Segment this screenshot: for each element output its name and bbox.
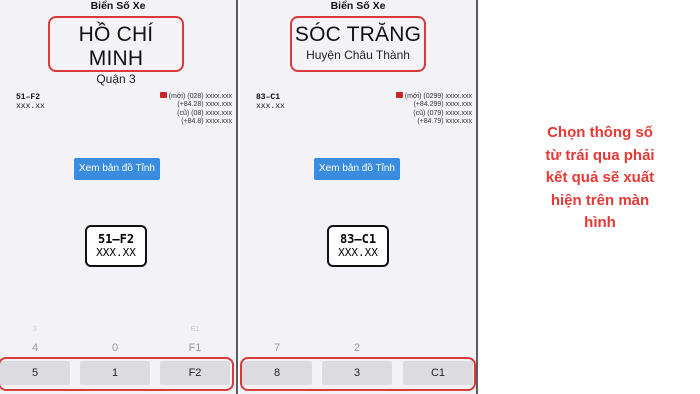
plate-series: 83–C1 (339, 232, 377, 246)
plate-code-number: xxx.xx (256, 102, 285, 111)
phone-screen-right: Biển Số Xe SÓC TRĂNG Huyện Châu Thành 83… (240, 0, 476, 394)
picker-option[interactable]: E1 (160, 326, 230, 333)
caption-line: kết quả sẽ xuất (545, 169, 655, 186)
caption-line: từ trái qua phải (545, 146, 655, 164)
divider (236, 0, 238, 394)
picker-highlight (240, 357, 476, 391)
district-name: Quận 3 (96, 72, 136, 86)
picker-option[interactable]: 4 (0, 342, 70, 354)
plate-series: 51–F2 (97, 232, 135, 246)
phone-icon (395, 92, 403, 98)
area-code-line: (mới) (0299) xxxx.xxx (404, 93, 472, 100)
area-code-line: (+84.28) xxxx.xxx (177, 101, 232, 109)
phone-screen-left: Biển Số Xe HỒ CHÍ MINH Quận 3 51–F2 xxx.… (0, 0, 236, 394)
picker-option[interactable]: 7 (242, 342, 312, 354)
plate-code-text: 51–F2 xxx.xx (16, 93, 45, 111)
picker-highlight (0, 357, 234, 391)
picker-option[interactable]: 2 (322, 342, 392, 354)
area-code-list: (mới) (0299) xxxx.xxx (+84.299) xxxx.xxx… (395, 92, 472, 127)
view-province-map-button[interactable]: Xem bản đồ Tỉnh (314, 158, 400, 180)
plate-number: XXX.XX (96, 246, 136, 259)
district-name: Huyện Châu Thành (306, 48, 410, 62)
province-name: SÓC TRĂNG (294, 23, 422, 46)
area-code-list: (mới) (028) xxxx.xxx (+84.28) xxxx.xxx (… (159, 92, 232, 127)
region-highlight: SÓC TRĂNG Huyện Châu Thành (290, 16, 426, 72)
area-code-line: (+84.299) xxxx.xxx (413, 101, 472, 109)
picker-option[interactable]: F1 (160, 342, 230, 354)
app-title: Biển Số Xe (90, 0, 146, 12)
license-plate: 51–F2 XXX.XX (85, 225, 147, 267)
picker-option[interactable]: 3 (0, 326, 70, 333)
area-code-line: (cũ) (08) xxxx.xxx (177, 109, 232, 117)
area-code-line: (mới) (028) xxxx.xxx (168, 93, 232, 100)
area-code-line: (+84.79) xxxx.xxx (417, 118, 472, 126)
plate-number: XXX.XX (338, 246, 378, 259)
plate-code-text: 83–C1 xxx.xx (256, 93, 285, 111)
caption-line: hiện trên màn (550, 191, 650, 209)
caption-line: hình (584, 214, 616, 231)
area-code-line: (cũ) (079) xxxx.xxx (413, 109, 472, 117)
area-code-line: (+84.8) xxxx.xxx (181, 118, 232, 126)
picker-option[interactable]: 0 (80, 342, 150, 354)
caption-line: Chọn thông số (547, 124, 653, 141)
app-title: Biển Số Xe (330, 0, 386, 12)
phone-icon (159, 92, 167, 98)
plate-code-series: 51–F2 (16, 93, 41, 102)
region-highlight: HỒ CHÍ MINH Quận 3 (48, 16, 184, 86)
view-province-map-button[interactable]: Xem bản đồ Tỉnh (74, 158, 160, 180)
license-plate: 83–C1 XXX.XX (327, 225, 389, 267)
province-name: HỒ CHÍ MINH (78, 23, 154, 70)
instruction-caption: Chọn thông số từ trái qua phải kết quả s… (500, 122, 700, 235)
plate-code-series: 83–C1 (256, 93, 281, 102)
divider (476, 0, 478, 394)
plate-code-number: xxx.xx (16, 102, 45, 111)
